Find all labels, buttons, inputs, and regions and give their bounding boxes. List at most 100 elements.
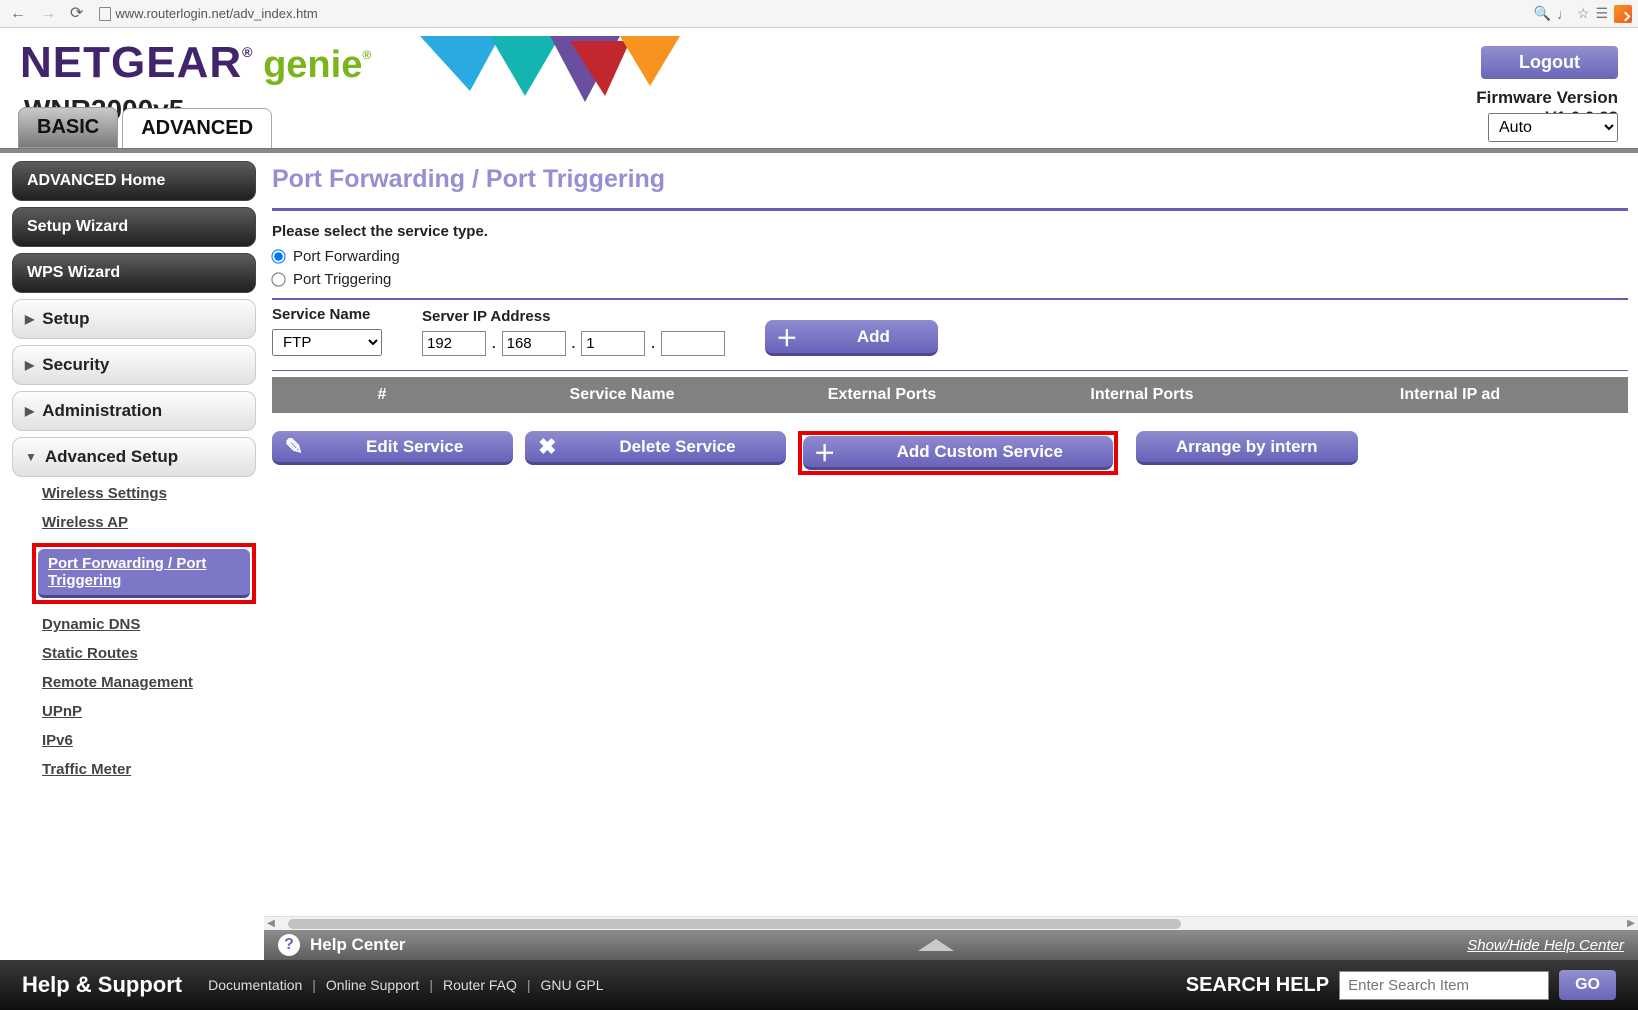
sub-remote-management[interactable]: Remote Management — [42, 674, 256, 691]
sidebar: ADVANCED Home Setup Wizard WPS Wizard ▶S… — [0, 153, 264, 960]
key-icon[interactable]: ♩ — [1557, 6, 1571, 22]
help-center-bar[interactable]: ? Help Center Show/Hide Help Center — [264, 930, 1638, 960]
table-header: # Service Name External Ports Internal P… — [272, 377, 1628, 413]
sub-traffic-meter[interactable]: Traffic Meter — [42, 761, 256, 778]
sub-dynamic-dns[interactable]: Dynamic DNS — [42, 616, 256, 633]
edit-service-button[interactable]: ✎ Edit Service — [272, 431, 513, 465]
service-name-label: Service Name — [272, 306, 382, 323]
kites-graphic — [420, 36, 720, 104]
horizontal-scrollbar[interactable]: ◀ ▶ — [264, 916, 1638, 930]
add-custom-service-button[interactable]: ＋ Add Custom Service — [803, 436, 1113, 470]
page-icon — [99, 7, 111, 21]
actions-row: ✎ Edit Service ✖ Delete Service ＋ Add Cu… — [272, 431, 1628, 475]
sidebar-cat-advanced-setup[interactable]: ▼Advanced Setup — [12, 437, 256, 477]
language-dropdown[interactable]: Auto — [1488, 113, 1618, 142]
help-icon: ? — [278, 934, 300, 956]
sub-static-routes[interactable]: Static Routes — [42, 645, 256, 662]
address-bar[interactable]: www.routerlogin.net/adv_index.htm — [93, 6, 1527, 21]
logo-block: NETGEAR® genie® — [20, 38, 371, 88]
col-internal-ip: Internal IP ad — [1272, 386, 1628, 404]
link-router-faq[interactable]: Router FAQ — [443, 977, 517, 993]
sidebar-cat-security[interactable]: ▶Security — [12, 345, 256, 385]
footer-links: Documentation | Online Support | Router … — [208, 977, 603, 993]
service-name-group: Service Name FTP — [272, 306, 382, 356]
tab-basic[interactable]: BASIC — [18, 107, 118, 148]
radio-port-forwarding-input[interactable] — [271, 249, 285, 263]
search-help-label: SEARCH HELP — [1186, 974, 1329, 997]
page-title: Port Forwarding / Port Triggering — [272, 165, 1628, 194]
showhide-help-link[interactable]: Show/Hide Help Center — [1467, 937, 1624, 954]
sub-upnp[interactable]: UPnP — [42, 703, 256, 720]
arrange-button[interactable]: Arrange by intern — [1136, 431, 1358, 465]
chevron-right-icon: ▶ — [25, 312, 34, 326]
scroll-thumb[interactable] — [288, 919, 1181, 929]
netgear-logo: NETGEAR® — [20, 38, 253, 88]
extension-icon[interactable] — [1614, 5, 1632, 23]
divider — [272, 208, 1628, 211]
forward-icon[interactable]: → — [36, 4, 60, 24]
sub-ipv6[interactable]: IPv6 — [42, 732, 256, 749]
sidebar-setup-wizard[interactable]: Setup Wizard — [12, 207, 256, 247]
col-internal-ports: Internal Ports — [1012, 386, 1272, 404]
radio-port-triggering[interactable]: Port Triggering — [272, 271, 1628, 288]
menu-icon[interactable]: ☰ — [1595, 5, 1608, 22]
radio-port-forwarding[interactable]: Port Forwarding — [272, 248, 1628, 265]
plus-icon: ＋ — [803, 436, 847, 468]
reload-icon[interactable]: ⟳ — [66, 4, 87, 24]
link-documentation[interactable]: Documentation — [208, 977, 302, 993]
sub-port-forwarding-highlight: Port Forwarding / Port Triggering — [32, 543, 256, 604]
ip-octet-2[interactable] — [502, 331, 566, 356]
add-button[interactable]: ＋ Add — [765, 320, 938, 356]
zoom-icon[interactable]: 🔍 — [1533, 5, 1550, 22]
scroll-left-icon[interactable]: ◀ — [264, 918, 278, 929]
col-external-ports: External Ports — [752, 386, 1012, 404]
sub-wireless-ap[interactable]: Wireless AP — [42, 514, 256, 531]
browser-toolbar: ← → ⟳ www.routerlogin.net/adv_index.htm … — [0, 0, 1638, 28]
tabs-row: BASIC ADVANCED — [18, 107, 272, 148]
help-center-title: Help Center — [310, 935, 405, 955]
search-help-input[interactable] — [1339, 971, 1549, 1000]
col-index: # — [272, 386, 492, 404]
sidebar-wps-wizard[interactable]: WPS Wizard — [12, 253, 256, 293]
ip-octet-1[interactable] — [422, 331, 486, 356]
radio-port-triggering-input[interactable] — [271, 272, 285, 286]
advanced-setup-sublist: Wireless Settings Wireless AP Port Forwa… — [12, 485, 256, 778]
language-select[interactable]: Auto — [1488, 113, 1618, 142]
server-ip-label: Server IP Address — [422, 308, 725, 325]
footer-search: SEARCH HELP GO — [1186, 970, 1616, 1000]
ip-octet-3[interactable] — [581, 331, 645, 356]
app-header: NETGEAR® genie® WNR2000v5 Logout Firmwar… — [0, 28, 1638, 148]
divider — [272, 298, 1628, 300]
link-gnu-gpl[interactable]: GNU GPL — [541, 977, 604, 993]
genie-logo: genie® — [263, 44, 371, 87]
chevron-right-icon: ▶ — [25, 404, 34, 418]
sidebar-cat-setup[interactable]: ▶Setup — [12, 299, 256, 339]
divider — [272, 370, 1628, 371]
go-button[interactable]: GO — [1559, 970, 1616, 1000]
chevron-down-icon: ▼ — [25, 450, 37, 464]
back-icon[interactable]: ← — [6, 4, 30, 24]
sub-port-forwarding[interactable]: Port Forwarding / Port Triggering — [38, 549, 250, 598]
star-icon[interactable]: ☆ — [1577, 5, 1590, 22]
sidebar-advanced-home[interactable]: ADVANCED Home — [12, 161, 256, 201]
close-icon: ✖ — [525, 434, 569, 460]
pencil-icon: ✎ — [272, 434, 316, 460]
service-type-instruction: Please select the service type. — [272, 223, 1628, 240]
link-online-support[interactable]: Online Support — [326, 977, 419, 993]
ip-octet-4[interactable] — [661, 331, 725, 356]
service-name-select[interactable]: FTP — [272, 329, 382, 356]
delete-service-button[interactable]: ✖ Delete Service — [525, 431, 785, 465]
footer-title: Help & Support — [22, 972, 182, 998]
content-area: Port Forwarding / Port Triggering Please… — [264, 153, 1638, 960]
footer: Help & Support Documentation | Online Su… — [0, 960, 1638, 1010]
scroll-right-icon[interactable]: ▶ — [1624, 918, 1638, 929]
logout-button[interactable]: Logout — [1481, 46, 1618, 79]
chevron-right-icon: ▶ — [25, 358, 34, 372]
chevron-up-icon[interactable] — [918, 939, 954, 951]
tab-advanced[interactable]: ADVANCED — [122, 108, 272, 148]
url-text: www.routerlogin.net/adv_index.htm — [115, 6, 317, 21]
sub-wireless-settings[interactable]: Wireless Settings — [42, 485, 256, 502]
sidebar-cat-administration[interactable]: ▶Administration — [12, 391, 256, 431]
add-custom-highlight: ＋ Add Custom Service — [798, 431, 1118, 475]
plus-icon: ＋ — [765, 321, 809, 353]
